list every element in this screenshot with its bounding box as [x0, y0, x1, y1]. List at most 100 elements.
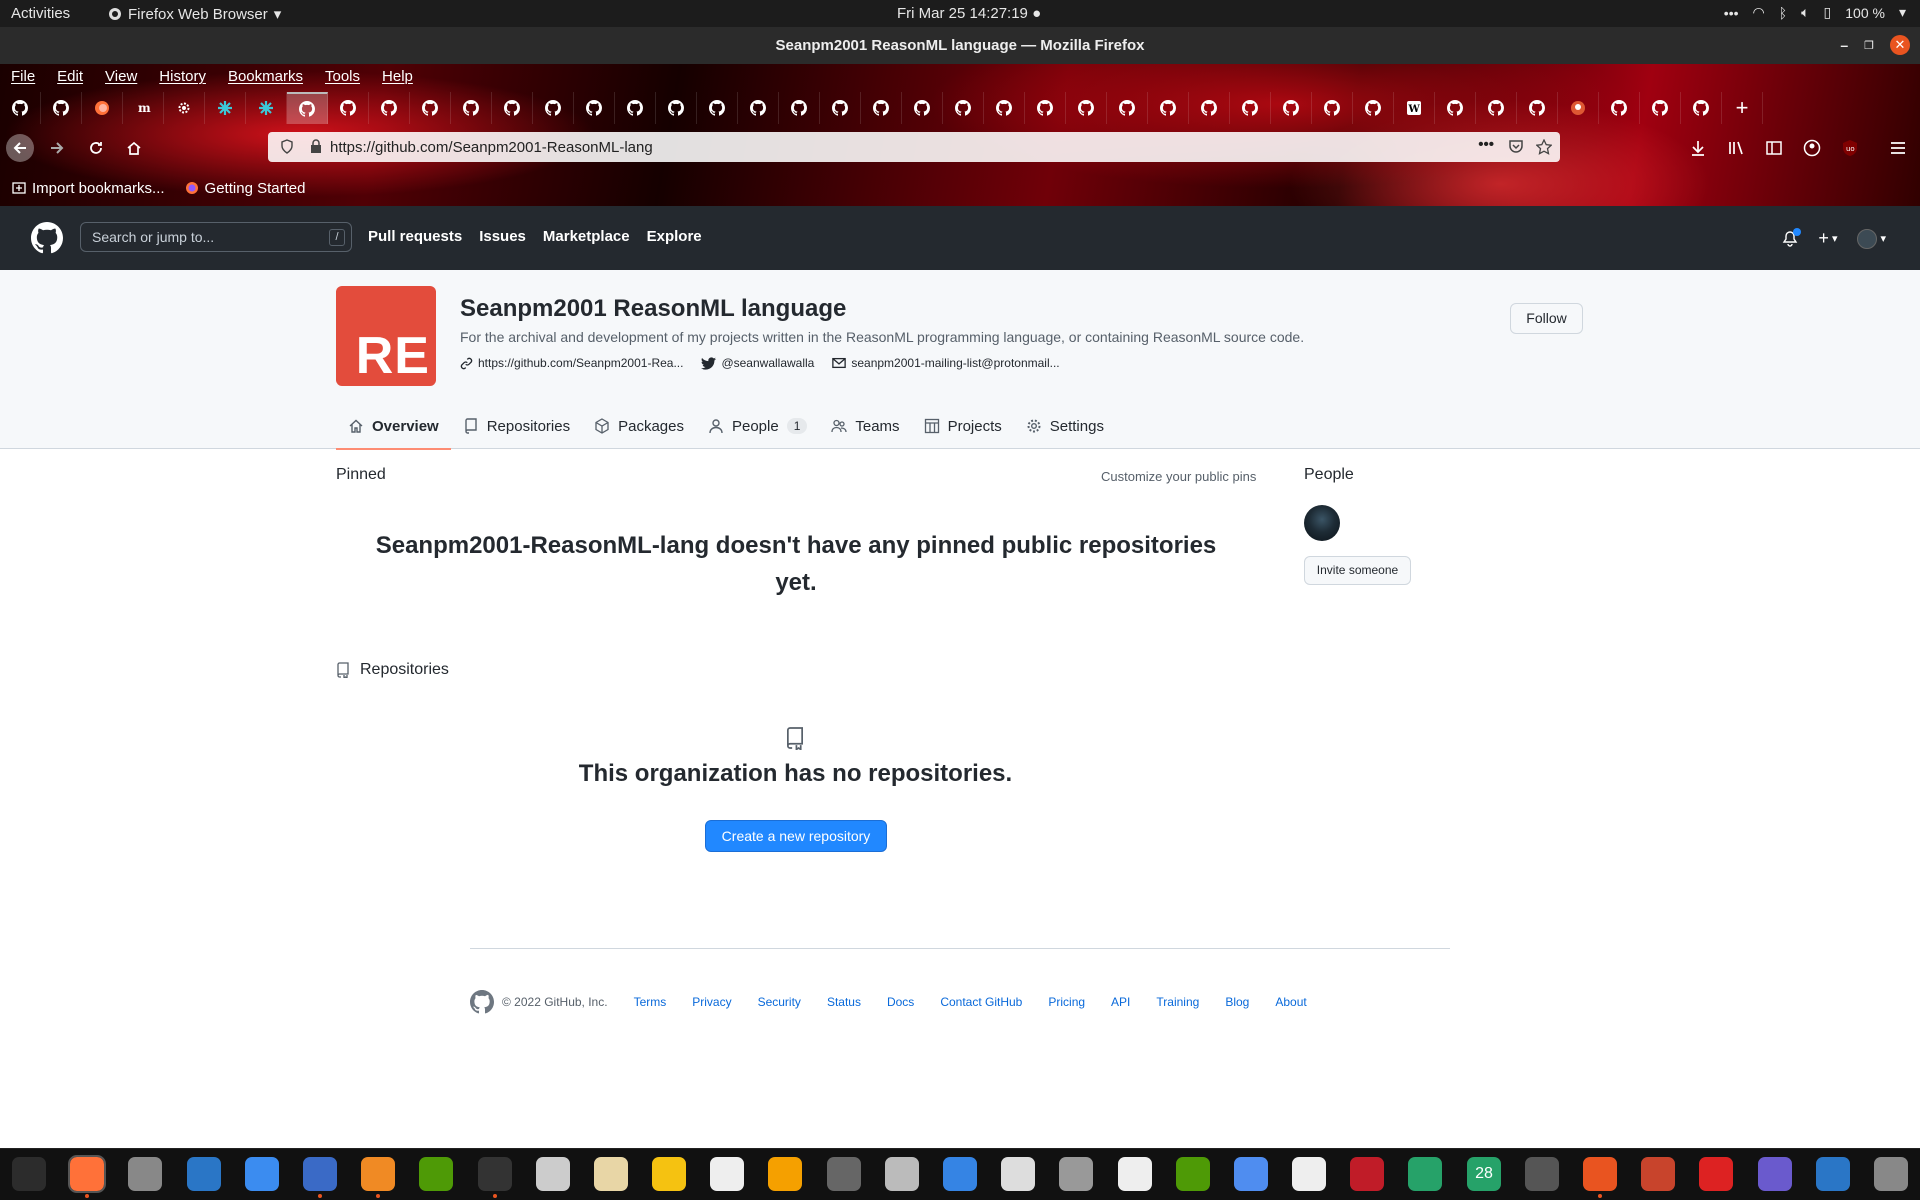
browser-tab[interactable]	[615, 92, 656, 124]
browser-tab[interactable]	[1148, 92, 1189, 124]
new-tab-button[interactable]: +	[1722, 92, 1763, 124]
nav-explore[interactable]: Explore	[647, 228, 702, 245]
tab-projects[interactable]: Projects	[912, 403, 1014, 449]
back-button[interactable]	[6, 134, 34, 162]
browser-tab[interactable]	[738, 92, 779, 124]
tab-settings[interactable]: Settings	[1014, 403, 1116, 449]
puzzle-icon[interactable]	[419, 1157, 453, 1191]
browser-tab[interactable]	[1107, 92, 1148, 124]
browser-tab[interactable]	[1189, 92, 1230, 124]
browser-tab[interactable]	[574, 92, 615, 124]
browser-tab[interactable]	[1025, 92, 1066, 124]
vim-icon[interactable]	[1176, 1157, 1210, 1191]
footer-link-terms[interactable]: Terms	[634, 995, 667, 1009]
music-icon[interactable]	[1292, 1157, 1326, 1191]
camera-icon[interactable]	[1758, 1157, 1792, 1191]
ublock-extension-button[interactable]: uo	[1838, 136, 1862, 160]
calendar-icon[interactable]: 28	[1467, 1157, 1501, 1191]
settings-icon[interactable]	[128, 1157, 162, 1191]
bookmark-star-icon[interactable]	[1536, 139, 1552, 155]
user-menu-dropdown[interactable]: ▾	[1857, 228, 1886, 249]
calculator-icon[interactable]	[652, 1157, 686, 1191]
browser-tab[interactable]	[328, 92, 369, 124]
browser-tab[interactable]	[943, 92, 984, 124]
browser-tab[interactable]: m	[123, 92, 164, 124]
todo-icon[interactable]	[943, 1157, 977, 1191]
home-button[interactable]	[122, 136, 146, 160]
files-icon[interactable]	[594, 1157, 628, 1191]
app-menu[interactable]: Firefox Web Browser ▾	[108, 5, 281, 23]
disks-icon[interactable]	[827, 1157, 861, 1191]
alert-icon[interactable]	[1699, 1157, 1733, 1191]
browser-tab[interactable]	[1353, 92, 1394, 124]
gimp-icon[interactable]	[1525, 1157, 1559, 1191]
browser-tab[interactable]	[492, 92, 533, 124]
notifications-bell-icon[interactable]	[1782, 227, 1802, 247]
browser-tab[interactable]	[369, 92, 410, 124]
help-icon[interactable]	[245, 1157, 279, 1191]
tab-repositories[interactable]: Repositories	[451, 403, 582, 449]
system-monitor-icon[interactable]	[12, 1157, 46, 1191]
menu-edit[interactable]: Edit	[46, 64, 94, 90]
screen-icon[interactable]	[1234, 1157, 1268, 1191]
browser-tab[interactable]	[1517, 92, 1558, 124]
browser-tab[interactable]	[861, 92, 902, 124]
browser-tab[interactable]	[902, 92, 943, 124]
menu-file[interactable]: File	[0, 64, 46, 90]
github-logo-icon[interactable]	[31, 222, 63, 254]
character-map-icon[interactable]	[1118, 1157, 1152, 1191]
menu-history[interactable]: History	[148, 64, 217, 90]
browser-tab[interactable]	[656, 92, 697, 124]
url-bar[interactable]: https://github.com/Seanpm2001-ReasonML-l…	[268, 132, 1560, 162]
browser-tab[interactable]	[287, 92, 328, 124]
open-menu-button[interactable]	[1886, 136, 1910, 160]
browser-tab[interactable]	[1558, 92, 1599, 124]
pocket-icon[interactable]	[1508, 139, 1524, 154]
browser-tab[interactable]	[410, 92, 451, 124]
account-button[interactable]	[1800, 136, 1824, 160]
footer-link-blog[interactable]: Blog	[1225, 995, 1249, 1009]
text-editor-icon[interactable]	[303, 1157, 337, 1191]
member-avatar[interactable]	[1304, 505, 1340, 541]
footer-link-security[interactable]: Security	[758, 995, 801, 1009]
github-search-input[interactable]: Search or jump to... /	[80, 222, 352, 252]
system-tray[interactable]: ••• ◠ ᛒ 🔈︎ ▯ 100 % ▾	[1724, 4, 1906, 21]
browser-tab[interactable]	[0, 92, 41, 124]
browser-tab[interactable]	[533, 92, 574, 124]
browser-tab[interactable]	[1066, 92, 1107, 124]
presentation-icon[interactable]	[1001, 1157, 1035, 1191]
invite-someone-button[interactable]: Invite someone	[1304, 556, 1411, 585]
browser-tab[interactable]	[820, 92, 861, 124]
nav-pull-requests[interactable]: Pull requests	[368, 228, 462, 245]
menu-help[interactable]: Help	[371, 64, 424, 90]
footer-link-contact[interactable]: Contact GitHub	[940, 995, 1022, 1009]
sidebar-button[interactable]	[1762, 136, 1786, 160]
org-twitter[interactable]: @seanwallawalla	[701, 356, 814, 370]
page-actions-icon[interactable]: •••	[1478, 136, 1494, 153]
browser-tab[interactable]	[82, 92, 123, 124]
menu-view[interactable]: View	[94, 64, 148, 90]
browser-tab[interactable]	[246, 92, 287, 124]
nav-marketplace[interactable]: Marketplace	[543, 228, 630, 245]
tab-packages[interactable]: Packages	[582, 403, 696, 449]
reload-button[interactable]	[84, 136, 108, 160]
browser-tab[interactable]	[1230, 92, 1271, 124]
tab-teams[interactable]: Teams	[819, 403, 911, 449]
menu-bookmarks[interactable]: Bookmarks	[217, 64, 314, 90]
create-new-dropdown[interactable]: + ▾	[1818, 228, 1837, 249]
github-logo-icon[interactable]	[470, 990, 494, 1014]
bookmark-getting-started[interactable]: Getting Started	[185, 175, 305, 201]
inkscape-icon[interactable]	[885, 1157, 919, 1191]
footer-link-pricing[interactable]: Pricing	[1048, 995, 1085, 1009]
nav-issues[interactable]: Issues	[479, 228, 526, 245]
firefox-icon[interactable]	[68, 1155, 106, 1193]
footer-link-training[interactable]: Training	[1156, 995, 1199, 1009]
ubuntu-software-icon[interactable]	[1874, 1157, 1908, 1191]
minimize-icon[interactable]: –	[1840, 37, 1848, 53]
library-button[interactable]	[1725, 136, 1749, 160]
create-repository-button[interactable]: Create a new repository	[705, 820, 887, 852]
vlc-icon[interactable]	[361, 1157, 395, 1191]
tab-overview[interactable]: Overview	[336, 403, 451, 450]
pdf-icon[interactable]	[1350, 1157, 1384, 1191]
close-icon[interactable]: ✕	[1890, 35, 1910, 55]
